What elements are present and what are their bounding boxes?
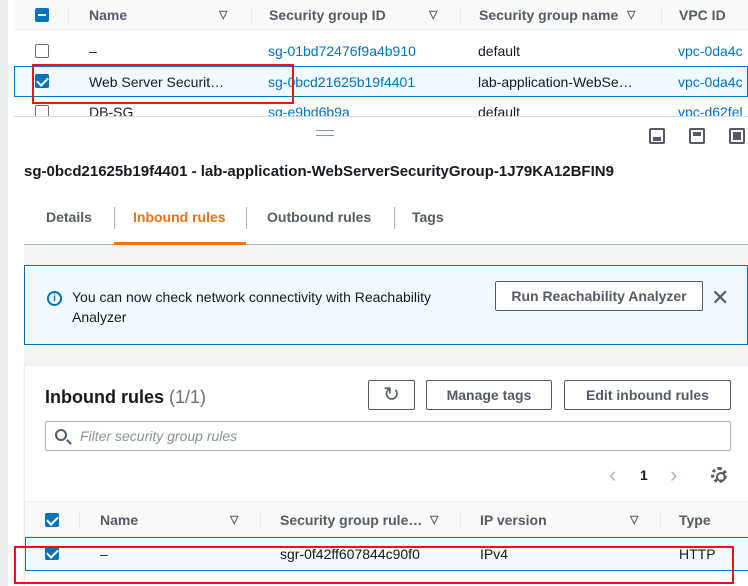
settings-gear-icon[interactable] xyxy=(711,467,727,483)
row-sg-id-link[interactable]: sg-e9bd6b9a xyxy=(268,97,458,116)
sort-caret-icon[interactable]: ▽ xyxy=(219,0,227,30)
next-page-icon[interactable]: › xyxy=(670,463,677,487)
inbound-rules-table-header: Name ▽ Security group rule… ▽ IP version… xyxy=(25,501,748,537)
tab-divider xyxy=(114,207,115,229)
row-checkbox[interactable] xyxy=(35,105,49,116)
search-icon xyxy=(55,429,67,441)
column-header-sg-name[interactable]: Security group name ▽ xyxy=(479,0,651,30)
previous-page-icon[interactable]: ‹ xyxy=(609,463,616,487)
inbound-rules-heading: Inbound rules (1/1) xyxy=(45,387,206,408)
tab-tags[interactable]: Tags xyxy=(412,199,444,245)
table-header: Name ▽ Security group ID ▽ Security grou… xyxy=(14,0,748,30)
column-divider xyxy=(79,511,80,529)
row-sg-name: lab-application-WebSe… xyxy=(478,74,633,90)
info-alert: i You can now check network connectivity… xyxy=(24,265,748,345)
column-header-type[interactable]: Type xyxy=(679,505,748,535)
tab-divider xyxy=(246,207,247,229)
info-alert-message: You can now check network connectivity w… xyxy=(72,289,432,325)
inbound-rules-count: (1/1) xyxy=(169,387,207,407)
row-vpc-id-link[interactable]: vpc-d62fel xyxy=(678,97,748,116)
row-name: – xyxy=(89,43,97,59)
row-checkbox[interactable] xyxy=(35,44,49,58)
column-divider xyxy=(661,6,662,24)
table-row[interactable]: – sg-01bd72476f9a4b910 default vpc-0da4c xyxy=(14,36,748,67)
column-divider xyxy=(260,511,261,529)
manage-tags-button[interactable]: Manage tags xyxy=(426,380,552,410)
details-tabs: Details Inbound rules Outbound rules Tag… xyxy=(24,199,748,245)
column-header-ip-version[interactable]: IP version ▽ xyxy=(480,505,650,535)
row-sg-name: default xyxy=(478,43,521,59)
column-divider xyxy=(460,511,461,529)
filter-rules-input[interactable] xyxy=(80,422,720,450)
row-vpc-id-link[interactable]: vpc-0da4c xyxy=(678,67,748,97)
column-divider xyxy=(251,6,252,24)
inbound-rules-title: Inbound rules xyxy=(45,387,164,407)
column-divider xyxy=(460,6,461,24)
panel-position-side-icon[interactable] xyxy=(689,128,705,144)
sort-caret-icon[interactable]: ▽ xyxy=(627,0,635,30)
select-all-checkbox[interactable] xyxy=(35,8,49,22)
column-header-vpc-id[interactable]: VPC ID xyxy=(679,0,748,30)
close-icon[interactable]: ✕ xyxy=(711,287,731,311)
column-header-name[interactable]: Name ▽ xyxy=(100,505,250,535)
row-sg-id-link[interactable]: sg-01bd72476f9a4b910 xyxy=(268,36,458,66)
sort-caret-icon[interactable]: ▽ xyxy=(429,0,437,30)
refresh-icon: ↻ xyxy=(383,384,400,406)
highlight-annotation-box xyxy=(32,64,294,104)
filter-search-box xyxy=(45,421,731,451)
column-header-rule-id[interactable]: Security group rule… ▽ xyxy=(280,505,450,535)
current-page-number[interactable]: 1 xyxy=(640,463,648,487)
sort-caret-icon[interactable]: ▽ xyxy=(430,505,438,535)
column-divider xyxy=(68,6,69,24)
tab-inbound-rules[interactable]: Inbound rules xyxy=(133,199,226,245)
panel-position-full-icon[interactable] xyxy=(729,128,745,144)
refresh-button[interactable]: ↻ xyxy=(368,380,415,410)
row-vpc-id-link[interactable]: vpc-0da4c xyxy=(678,36,748,66)
info-icon: i xyxy=(47,291,62,306)
sort-caret-icon[interactable]: ▽ xyxy=(630,505,638,535)
run-reachability-analyzer-button[interactable]: Run Reachability Analyzer xyxy=(495,281,703,311)
details-split-panel: sg-0bcd21625b19f4401 - lab-application-W… xyxy=(14,116,748,586)
tab-details[interactable]: Details xyxy=(46,199,92,245)
security-group-title: sg-0bcd21625b19f4401 - lab-application-W… xyxy=(24,163,614,180)
column-header-sg-id[interactable]: Security group ID ▽ xyxy=(269,0,449,30)
highlight-annotation-box xyxy=(14,546,734,584)
select-all-checkbox[interactable] xyxy=(45,513,59,527)
tab-content-area: i You can now check network connectivity… xyxy=(24,245,748,586)
edit-inbound-rules-button[interactable]: Edit inbound rules xyxy=(564,380,731,410)
row-sg-id-link[interactable]: sg-0bcd21625b19f4401 xyxy=(268,67,458,97)
row-sg-name: default xyxy=(478,104,521,116)
resize-handle-icon[interactable] xyxy=(316,130,334,136)
page-left-rail xyxy=(0,0,8,586)
tab-divider xyxy=(394,207,395,229)
sort-caret-icon[interactable]: ▽ xyxy=(230,505,238,535)
column-header-name[interactable]: Name ▽ xyxy=(89,0,239,30)
panel-position-bottom-icon[interactable] xyxy=(649,128,665,144)
tab-outbound-rules[interactable]: Outbound rules xyxy=(267,199,371,245)
column-divider xyxy=(660,511,661,529)
